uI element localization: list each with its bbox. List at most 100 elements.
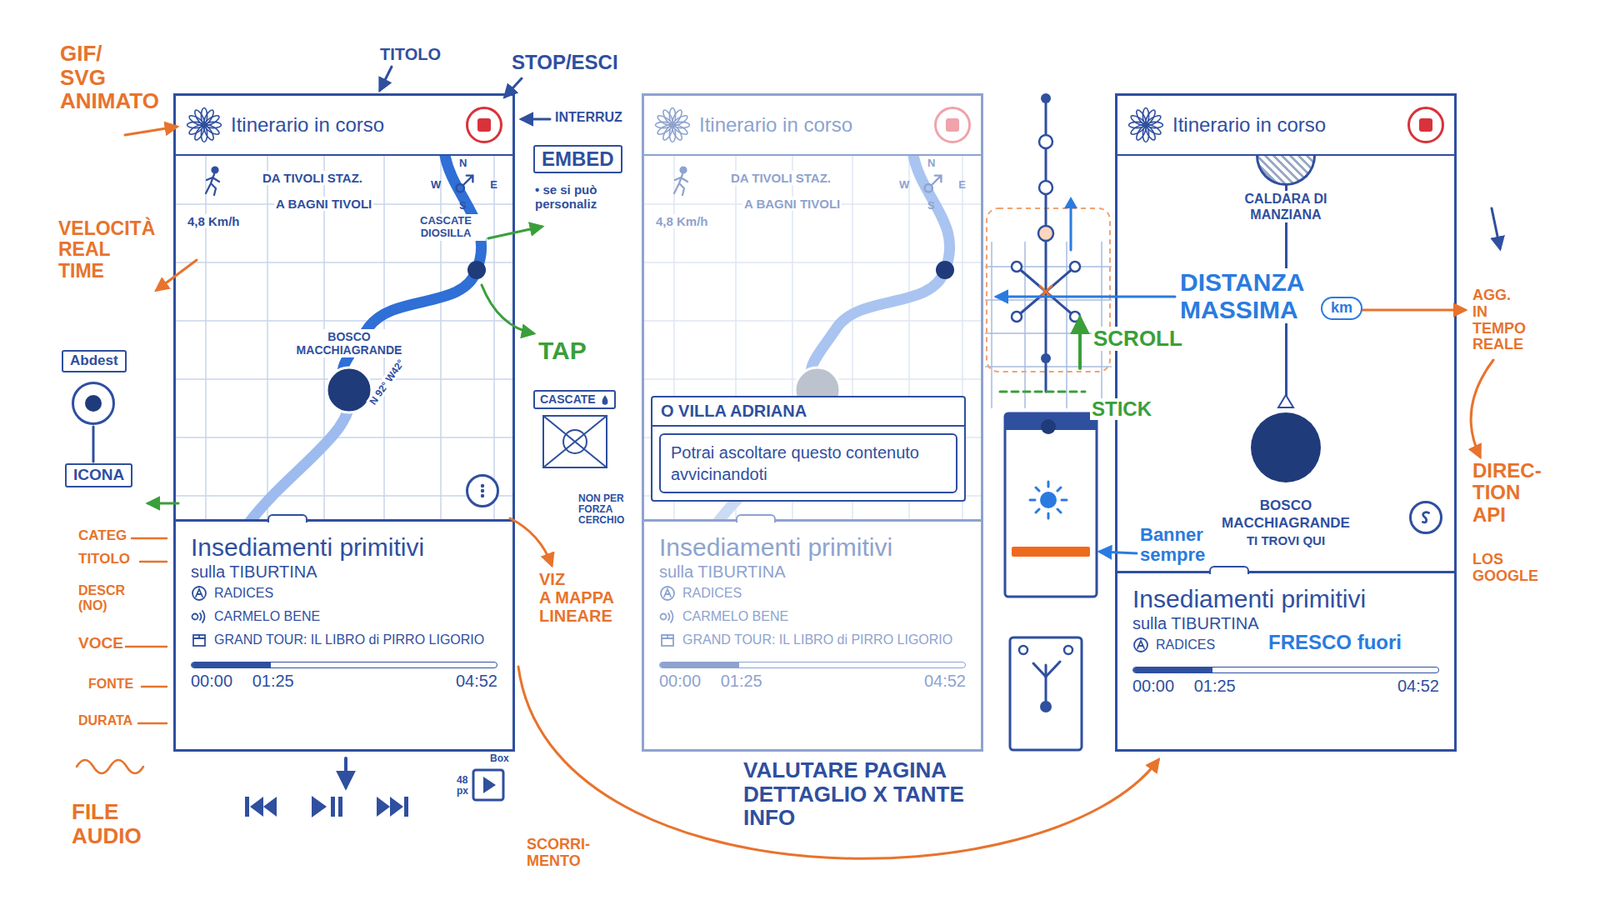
compass-direction: W xyxy=(899,179,910,190)
player-controls xyxy=(241,791,412,825)
speed-reading: 4,8 Km/h xyxy=(654,214,710,229)
annotation: TITOLO xyxy=(378,45,443,64)
annotation: CASCATE xyxy=(533,390,616,470)
annotation: VOCE xyxy=(76,635,125,653)
card-title: Insediamenti primitivi xyxy=(190,533,498,562)
source-row: GRAND TOUR: IL LIBRO di PIRRO LIGORIO xyxy=(659,628,966,652)
card-subtitle: sulla TIBURTINA xyxy=(190,561,498,582)
place-node[interactable] xyxy=(326,367,372,413)
annotation: STOP/ESCI xyxy=(510,51,620,74)
previous-icon xyxy=(241,791,282,822)
stop-button[interactable] xyxy=(465,106,503,144)
annotation: DESCR (NO) xyxy=(76,583,127,613)
trip-info: 4,8 Km/hDA TIVOLI STAZ.A BAGNI TIVOLI xyxy=(654,165,842,229)
location-icon xyxy=(71,381,115,425)
annotation: GIF/ SVG ANIMATO xyxy=(58,41,161,114)
annotation: SCORRI- MENTO xyxy=(525,836,592,870)
audio-progress[interactable]: 00:0001:2504:52 xyxy=(1132,666,1440,699)
annotation: INTERRUZ xyxy=(553,110,625,125)
you-are-here: TI TROVI QUI xyxy=(1244,533,1328,548)
audio-progress[interactable]: 00:0001:2504:52 xyxy=(190,661,498,694)
app-header: Itinerario in corso xyxy=(644,95,981,156)
play-pause-button[interactable] xyxy=(306,791,347,825)
annotation: FRESCO fuori xyxy=(1266,631,1404,654)
current-stop[interactable]: BOSCO MACCHIAGRANDETI TROVI QUI xyxy=(1215,392,1357,548)
annotation: VALUTARE PAGINA DETTAGLIO X TANTE INFO xyxy=(741,758,966,830)
recenter-button[interactable] xyxy=(1409,500,1443,535)
annotation: CATEG xyxy=(76,528,129,545)
trip-destination: A BAGNI TIVOLI xyxy=(274,196,374,211)
book-icon xyxy=(659,631,676,649)
next-icon xyxy=(371,791,412,822)
category-icon xyxy=(1132,636,1150,654)
app-header: Itinerario in corso xyxy=(1117,95,1455,156)
voice-row: CARMELO BENE xyxy=(190,605,498,629)
more-dots-icon xyxy=(474,482,491,500)
drag-handle[interactable] xyxy=(267,514,308,523)
drag-handle[interactable] xyxy=(1209,565,1250,575)
popup-message: Potrai ascoltare questo contenuto avvici… xyxy=(659,433,958,494)
compass-needle-icon xyxy=(915,169,948,201)
proximity-popup[interactable]: O VILLA ADRIANAPotrai ascoltare questo c… xyxy=(650,395,966,502)
trip-destination: A BAGNI TIVOLI xyxy=(742,196,842,211)
map[interactable]: 4,8 Km/hDA TIVOLI STAZ.A BAGNI TIVOLI NES… xyxy=(644,155,981,520)
progress-track[interactable] xyxy=(190,661,498,669)
book-icon xyxy=(190,631,208,649)
linear-map[interactable]: CALDARA DI MANZIANA BOSCO MACCHIAGRANDETI… xyxy=(1117,155,1455,571)
speaker-icon xyxy=(190,608,208,625)
voice-row: CARMELO BENE xyxy=(659,605,966,629)
total-duration: 04:52 xyxy=(1397,676,1440,696)
trip-origin: DA TIVOLI STAZ. xyxy=(260,170,374,185)
stop-node xyxy=(1255,155,1316,186)
app-header: Itinerario in corso xyxy=(175,95,513,156)
stop-button[interactable] xyxy=(934,106,971,144)
audio-card[interactable]: Insediamenti primitivisulla TIBURTINARAD… xyxy=(175,519,513,750)
total-duration: 04:52 xyxy=(924,671,966,691)
card-title: Insediamenti primitivi xyxy=(659,533,966,562)
screen-title: Itinerario in corso xyxy=(699,113,926,137)
stop-button[interactable] xyxy=(1407,106,1445,144)
compass-direction: E xyxy=(490,179,498,190)
compass: NESW xyxy=(899,157,966,211)
category-icon xyxy=(190,585,208,602)
place-label[interactable]: BOSCO MACCHIAGRANDE xyxy=(282,329,416,358)
map[interactable]: 4,8 Km/hDA TIVOLI STAZ.A BAGNI TIVOLINES… xyxy=(175,155,513,520)
annotation: DIREC- TION API xyxy=(1470,460,1544,526)
category-icon xyxy=(659,585,676,602)
annotation: Box xyxy=(488,753,511,765)
annotation: Banner sempre xyxy=(1138,525,1207,565)
category-row: RADICES xyxy=(190,581,498,605)
category-row: RADICES xyxy=(659,581,966,605)
annotation: • se si può personaliz xyxy=(533,183,599,211)
compass-direction: W xyxy=(430,179,441,190)
speed-reading: 4,8 Km/h xyxy=(185,214,242,229)
annotation: VIZ A MAPPA LINEARE xyxy=(537,570,616,625)
progress-track[interactable] xyxy=(659,661,966,669)
stop-label: CALDARA DI MANZIANA xyxy=(1215,190,1357,223)
stop-node xyxy=(1250,412,1321,483)
audio-progress[interactable]: 00:0001:2504:52 xyxy=(659,661,966,694)
phone-screen: Itinerario in corso 4,8 Km/h DA TIVOLI STA… xyxy=(173,93,515,752)
swirl-icon xyxy=(1416,508,1435,527)
annotation: DURATA xyxy=(76,713,135,729)
annotation: TAP xyxy=(536,336,589,365)
speaker-icon xyxy=(659,608,676,625)
drag-handle[interactable] xyxy=(735,514,776,523)
compass-needle-icon xyxy=(447,169,480,201)
next-button[interactable] xyxy=(371,791,412,825)
compass-direction: E xyxy=(958,179,966,190)
place-node[interactable] xyxy=(935,260,955,280)
audio-card[interactable]: Insediamenti primitivisulla TIBURTINARAD… xyxy=(644,519,981,750)
place-node[interactable] xyxy=(467,260,486,280)
place-label[interactable]: CASCATE DIOSILLA xyxy=(405,214,486,241)
annotation: DISTANZA MASSIMA xyxy=(1178,268,1306,324)
annotation: LOS GOOGLE xyxy=(1470,551,1540,585)
route-stop[interactable]: CALDARA DI MANZIANA xyxy=(1215,155,1357,223)
audio-card[interactable]: Insediamenti primitivisulla TIBURTINARAD… xyxy=(1117,570,1455,750)
walker-icon xyxy=(200,165,226,196)
previous-button[interactable] xyxy=(241,791,282,825)
map-options-button[interactable] xyxy=(465,474,500,508)
flower-logo-icon xyxy=(1127,106,1165,144)
progress-track[interactable] xyxy=(1132,666,1440,674)
play-pause-icon xyxy=(306,791,347,822)
